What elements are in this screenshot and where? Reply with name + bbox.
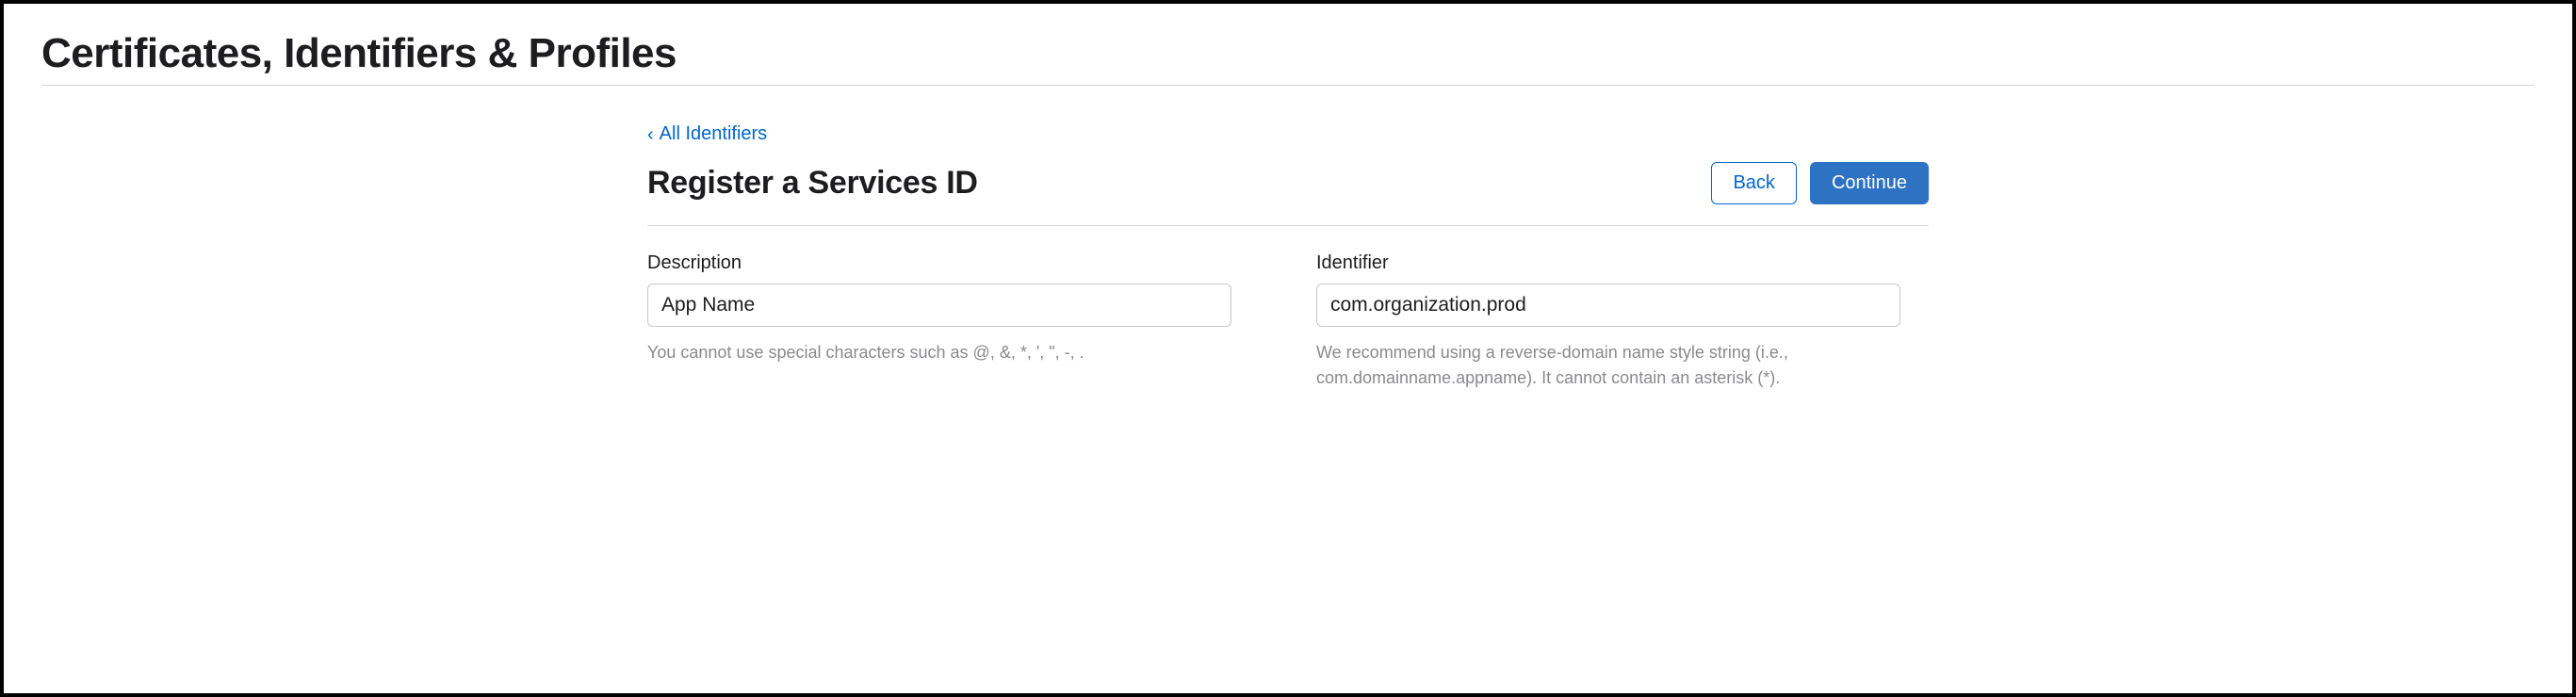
description-hint: You cannot use special characters such a… <box>647 340 1231 365</box>
back-link-label: All Identifiers <box>660 123 768 145</box>
description-input[interactable] <box>647 284 1231 327</box>
identifier-column: Identifier We recommend using a reverse-… <box>1316 252 1929 391</box>
button-group: Back Continue <box>1711 162 1929 204</box>
identifier-input[interactable] <box>1316 284 1900 327</box>
section-title: Register a Services ID <box>647 165 978 202</box>
back-button[interactable]: Back <box>1711 162 1796 204</box>
continue-button[interactable]: Continue <box>1810 162 1929 204</box>
chevron-left-icon: ‹ <box>647 125 654 144</box>
description-column: Description You cannot use special chara… <box>647 252 1260 391</box>
identifier-label: Identifier <box>1316 252 1929 274</box>
description-label: Description <box>647 252 1260 274</box>
identifier-hint: We recommend using a reverse-domain name… <box>1316 340 1900 391</box>
section-header: Register a Services ID Back Continue <box>647 162 1929 226</box>
page-title: Certificates, Identifiers & Profiles <box>41 30 2535 86</box>
all-identifiers-link[interactable]: ‹ All Identifiers <box>647 123 767 145</box>
form-row: Description You cannot use special chara… <box>647 252 1929 391</box>
content-wrapper: ‹ All Identifiers Register a Services ID… <box>638 123 1938 391</box>
